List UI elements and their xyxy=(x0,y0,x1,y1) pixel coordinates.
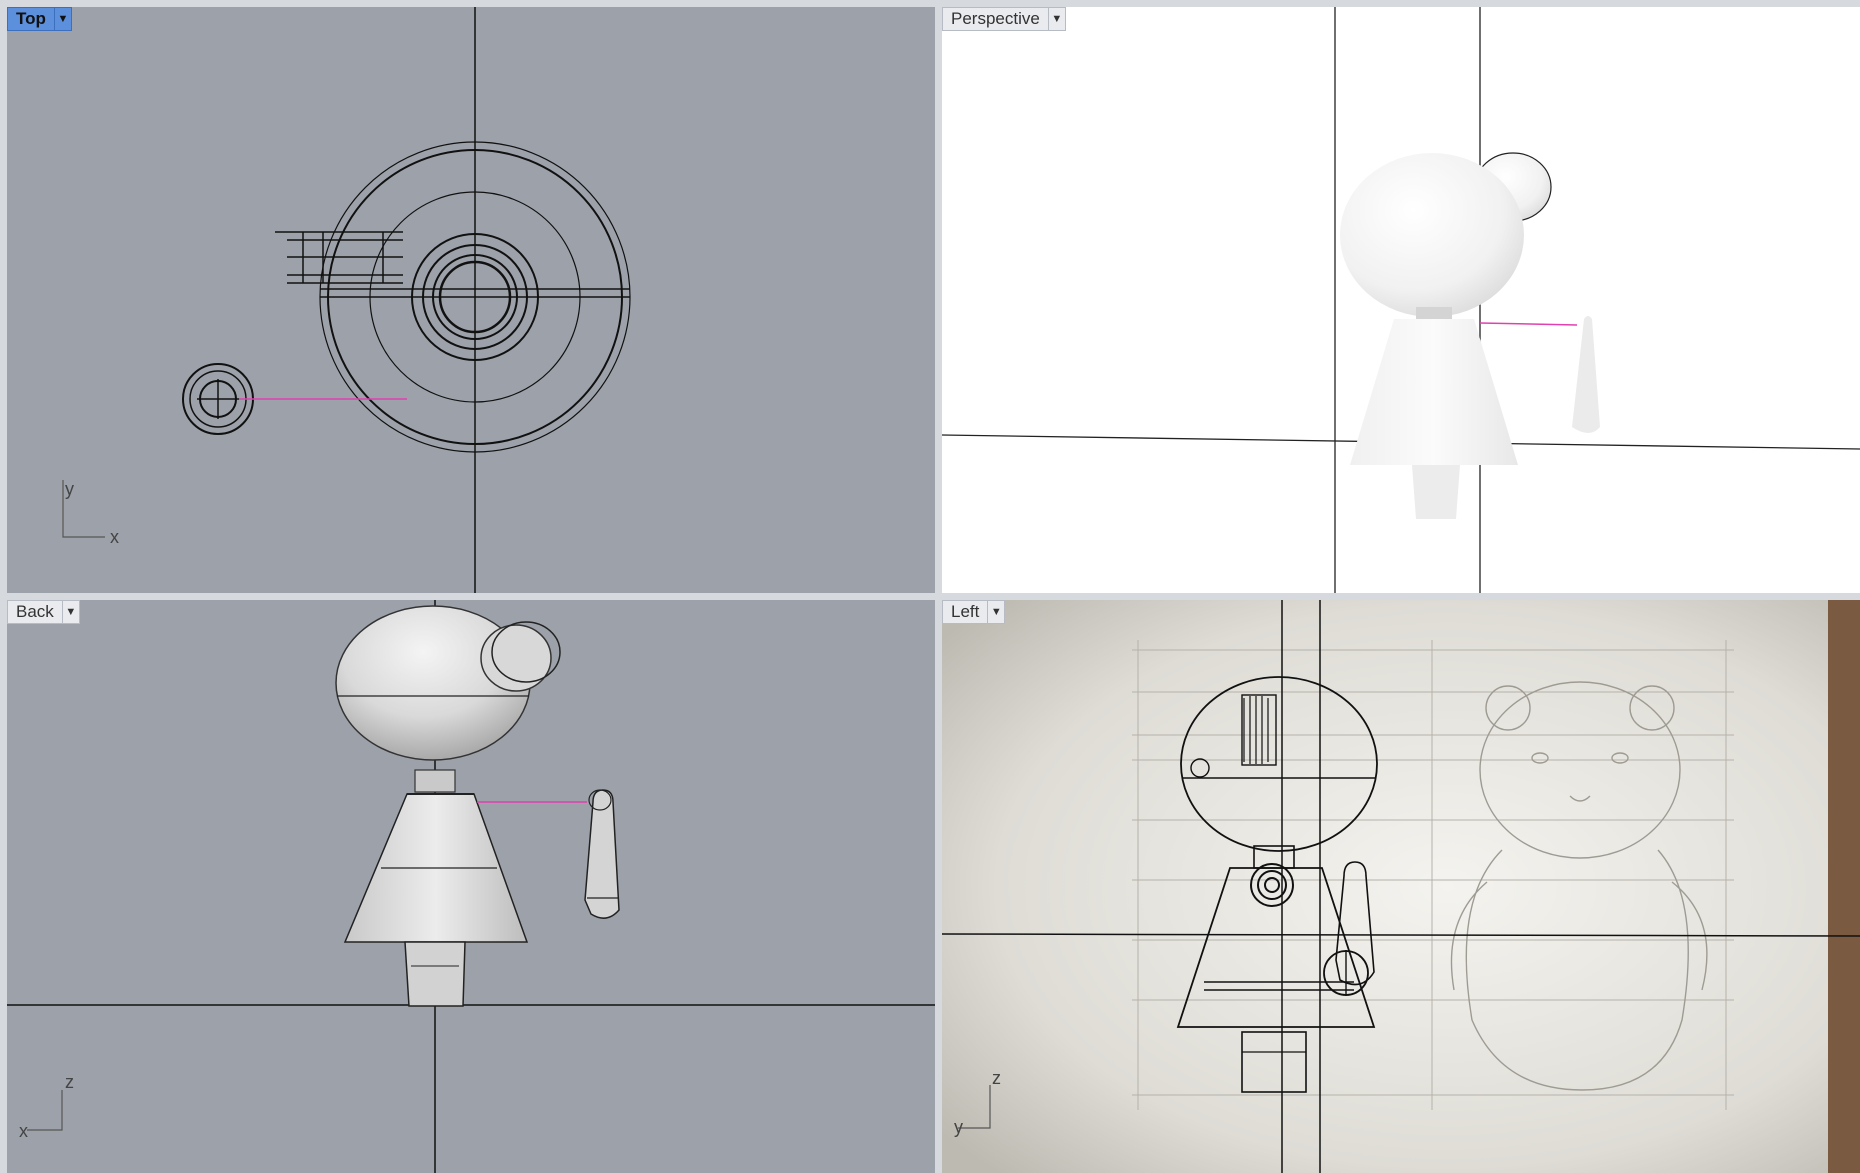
chevron-down-icon[interactable]: ▼ xyxy=(61,601,79,623)
viewport-left[interactable]: Left ▼ z y xyxy=(942,600,1860,1173)
left-view-scene: z y xyxy=(942,600,1860,1173)
axis-label-y: y xyxy=(954,1117,963,1137)
chevron-down-icon[interactable]: ▼ xyxy=(1047,8,1065,30)
top-view-scene: y x xyxy=(62,7,631,593)
viewport-title-left: Left xyxy=(951,602,980,621)
viewport-top[interactable]: Top ▼ y x xyxy=(7,7,935,593)
viewport-perspective[interactable]: Perspective ▼ xyxy=(942,7,1860,593)
perspective-scene xyxy=(942,7,1860,593)
axis-label-z: z xyxy=(992,1068,1001,1088)
axis-label-x: x xyxy=(19,1121,28,1141)
viewport-tab-perspective[interactable]: Perspective ▼ xyxy=(942,7,1066,31)
viewport-title-back: Back xyxy=(16,602,54,621)
viewport-tab-left[interactable]: Left ▼ xyxy=(942,600,1006,624)
viewport-title-perspective: Perspective xyxy=(951,9,1040,28)
axis-label-x: x xyxy=(110,527,119,547)
background-image xyxy=(942,600,1860,1173)
viewport-title-top: Top xyxy=(16,9,46,28)
axis-label-z: z xyxy=(65,1072,74,1092)
viewport-tab-back[interactable]: Back ▼ xyxy=(7,600,80,624)
viewport-back[interactable]: Back ▼ z x xyxy=(7,600,935,1173)
viewport-tab-top[interactable]: Top ▼ xyxy=(7,7,72,31)
axis-label-y: y xyxy=(65,479,74,499)
chevron-down-icon[interactable]: ▼ xyxy=(987,601,1004,623)
table-edge xyxy=(1828,600,1860,1173)
chevron-down-icon[interactable]: ▼ xyxy=(53,8,71,30)
back-view-scene: z x xyxy=(7,600,935,1173)
